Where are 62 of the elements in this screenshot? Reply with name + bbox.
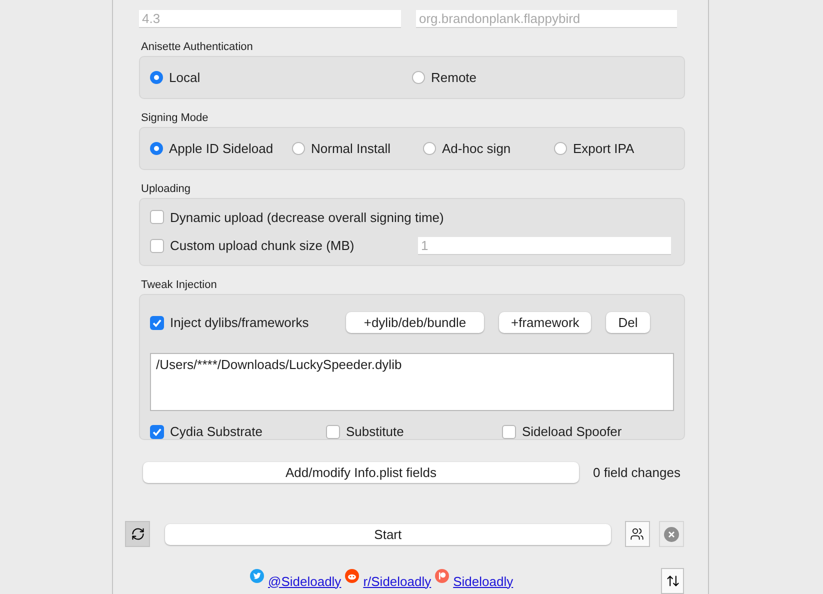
file-list[interactable]: /Users/****/Downloads/LuckySpeeder.dylib: [150, 353, 674, 411]
radio-option[interactable]: Export IPA: [554, 141, 674, 156]
checkbox-option[interactable]: Substitute: [326, 424, 502, 439]
checkbox-label: Substitute: [346, 424, 404, 439]
alien-face-icon: [345, 569, 360, 583]
checkbox[interactable]: [150, 316, 164, 330]
circle-logo-icon: [435, 569, 450, 583]
radio-label: Remote: [431, 70, 477, 85]
refresh-icon: [130, 527, 145, 541]
checkbox-option[interactable]: Custom upload chunk size (MB): [150, 238, 418, 253]
checkbox[interactable]: [150, 238, 164, 252]
sort-button[interactable]: [661, 568, 684, 594]
radio-button[interactable]: [292, 142, 305, 155]
checkbox-option[interactable]: Cydia Substrate: [150, 424, 326, 439]
section-title: Anisette Authentication: [141, 41, 254, 53]
checkbox-option[interactable]: Dynamic upload (decrease overall signing time): [150, 210, 674, 224]
action-button[interactable]: Del: [606, 312, 650, 333]
radio-label: Apple ID Sideload: [169, 141, 274, 156]
users-button[interactable]: [624, 521, 650, 547]
checkbox-label: Custom upload chunk size (MB): [170, 238, 354, 253]
checkbox-option[interactable]: Sideload Spoofer: [502, 424, 642, 439]
bird-icon: [250, 569, 264, 583]
checkbox[interactable]: [326, 424, 340, 438]
checkbox-label: Sideload Spoofer: [522, 424, 622, 439]
action-button[interactable]: +dylib/deb/bundle: [346, 312, 484, 333]
action-button[interactable]: +framework: [499, 312, 592, 333]
users-icon: [630, 527, 644, 541]
checkbox-label: Dynamic upload (decrease overall signing time): [170, 210, 444, 224]
radio-label: Local: [169, 70, 200, 85]
radio-button[interactable]: [150, 71, 163, 84]
section-title: Signing Mode: [141, 112, 210, 124]
checkbox[interactable]: [150, 210, 164, 224]
close-button[interactable]: [658, 521, 684, 547]
field-changes-count: 0 field changes: [593, 465, 680, 480]
radio-button[interactable]: [150, 142, 163, 155]
sort-icon: [666, 574, 680, 588]
radio-label: Export IPA: [573, 141, 634, 156]
refresh-button[interactable]: [125, 521, 150, 547]
checkbox-label: Inject dylibs/frameworks: [170, 315, 309, 330]
close-icon: [664, 526, 679, 542]
radio-option[interactable]: Normal Install: [292, 141, 423, 156]
radio-button[interactable]: [554, 142, 567, 155]
checkbox-label: Cydia Substrate: [170, 424, 262, 439]
social-link[interactable]: @Sideloadly: [268, 574, 342, 588]
radio-option[interactable]: Local: [150, 70, 412, 85]
checkbox[interactable]: [150, 424, 164, 438]
social-link[interactable]: Sideloadly: [453, 574, 514, 588]
plist-button[interactable]: Add/modify Info.plist fields: [143, 462, 579, 483]
section-title: Uploading: [141, 183, 192, 195]
radio-label: Normal Install: [311, 141, 390, 156]
radio-option[interactable]: Apple ID Sideload: [150, 141, 292, 156]
section-title: Tweak Injection: [141, 279, 218, 291]
radio-button[interactable]: [423, 142, 436, 155]
start-button[interactable]: Start: [165, 524, 611, 544]
radio-option[interactable]: Ad-hoc sign: [423, 141, 554, 156]
radio-label: Ad-hoc sign: [442, 141, 511, 156]
checkbox-option[interactable]: Inject dylibs/frameworks: [150, 315, 346, 330]
list-item[interactable]: /Users/****/Downloads/LuckySpeeder.dylib: [156, 357, 668, 372]
checkbox[interactable]: [502, 424, 516, 438]
social-link[interactable]: r/Sideloadly: [363, 574, 432, 588]
radio-button[interactable]: [412, 71, 425, 84]
radio-option[interactable]: Remote: [412, 70, 674, 85]
